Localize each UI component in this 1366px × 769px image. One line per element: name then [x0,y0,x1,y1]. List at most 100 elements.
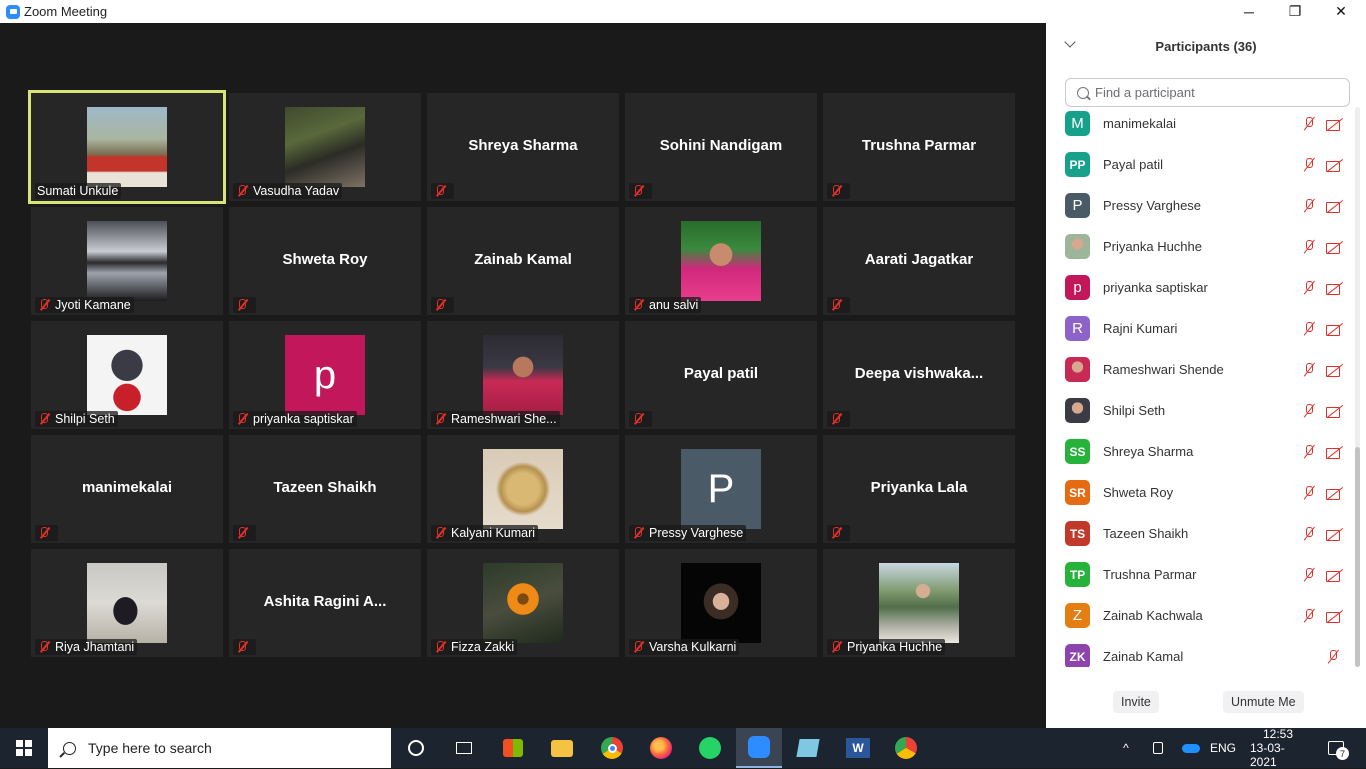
firefox-icon[interactable] [645,728,677,768]
mic-muted-icon [1302,444,1316,460]
video-tile[interactable]: Aarati Jagatkar [823,207,1015,315]
participant-row[interactable]: TS Tazeen Shaikh [1046,513,1352,554]
word-icon[interactable]: W [840,728,876,768]
notification-count: 7 [1336,747,1349,760]
language-indicator[interactable]: ENG [1208,728,1238,768]
scrollbar-thumb[interactable] [1355,447,1360,667]
search-icon [63,741,76,755]
participant-name: Shweta Roy [1103,485,1174,500]
participant-search-input[interactable] [1095,85,1335,100]
windows-logo-icon [16,740,32,756]
cortana-icon[interactable] [400,728,432,768]
participant-list[interactable]: Mmanimekalai PP Payal patil P Pressy Varghes… [1046,107,1352,667]
video-tile[interactable]: Varsha Kulkarni [625,549,817,657]
participant-name: Shilpi Seth [1103,403,1166,418]
video-off-icon [1326,240,1344,254]
video-tile[interactable]: Zainab Kamal [427,207,619,315]
video-tile[interactable]: Rameshwari She... [427,321,619,429]
store-icon[interactable] [497,728,529,768]
whatsapp-icon[interactable] [694,728,726,768]
video-tile[interactable]: Shweta Roy [229,207,421,315]
tile-name-label [827,183,850,199]
participant-row[interactable]: P Pressy Varghese [1046,185,1352,226]
video-tile[interactable]: Tazeen Shaikh [229,435,421,543]
participant-avatar: p [1065,275,1090,300]
mic-muted-icon [1302,280,1316,296]
tray-chevron-icon[interactable]: ^ [1116,728,1136,768]
video-tile[interactable]: Priyanka Huchhe [823,549,1015,657]
video-tile[interactable]: P Pressy Varghese [625,435,817,543]
video-tile[interactable]: Sohini Nandigam [625,93,817,201]
profile-photo [87,107,167,187]
participant-row[interactable]: Rameshwari Shende [1046,349,1352,390]
video-tile[interactable]: Kalyani Kumari [427,435,619,543]
video-tile[interactable]: Sumati Unkule [28,90,226,204]
invite-button[interactable]: Invite [1113,691,1159,713]
file-explorer-icon[interactable] [546,728,578,768]
chrome-profile-icon[interactable] [890,728,922,768]
video-tile[interactable]: p priyanka saptiskar [229,321,421,429]
start-button[interactable] [0,728,48,768]
video-tile[interactable]: anu salvi [625,207,817,315]
mic-muted-icon [1302,608,1316,624]
clock-time: 12:53 [1262,727,1294,741]
unmute-me-button[interactable]: Unmute Me [1223,691,1304,713]
video-tile[interactable]: Vasudha Yadav [229,93,421,201]
tile-display-name: Tazeen Shaikh [273,479,377,496]
notepad-icon[interactable] [792,728,824,768]
participant-row[interactable]: SS Shreya Sharma [1046,431,1352,472]
participant-row[interactable]: Priyanka Huchhe [1046,226,1352,267]
participant-list-scrollbar[interactable] [1355,107,1360,667]
video-tile[interactable]: Deepa vishwaka... [823,321,1015,429]
video-tile[interactable]: Ashita Ragini A... [229,549,421,657]
participant-row[interactable]: PP Payal patil [1046,144,1352,185]
video-tile[interactable]: Payal patil [625,321,817,429]
video-tile[interactable]: Shilpi Seth [31,321,223,429]
video-tile[interactable]: Jyoti Kamane [31,207,223,315]
participant-avatar: TS [1065,521,1090,546]
window-title: Zoom Meeting [24,4,108,19]
video-tile[interactable]: Fizza Zakki [427,549,619,657]
avatar-letter: P [681,449,761,529]
minimize-button[interactable]: ─ [1226,0,1272,23]
chrome-icon[interactable] [596,728,628,768]
participant-row[interactable]: SR Shweta Roy [1046,472,1352,513]
clock[interactable]: 12:53 13-03-2021 [1250,727,1306,769]
onedrive-icon[interactable] [1180,728,1202,768]
participant-row[interactable]: Shilpi Seth [1046,390,1352,431]
tile-name-label: Priyanka Huchhe [827,639,946,655]
profile-photo [87,335,167,415]
tile-name-label: anu salvi [629,297,702,313]
collapse-chevron-icon[interactable] [1064,36,1076,48]
search-icon [1077,86,1089,99]
participant-row[interactable]: ZK Zainab Kamal [1046,636,1352,667]
maximize-button[interactable]: ❐ [1272,0,1318,23]
taskbar-search[interactable]: Type here to search [48,728,391,768]
mic-muted-icon [1302,321,1316,337]
participant-avatar: SS [1065,439,1090,464]
participant-row[interactable]: Z Zainab Kachwala [1046,595,1352,636]
mic-muted-icon [829,526,843,540]
profile-photo [681,221,761,301]
video-tile[interactable]: Riya Jhamtani [31,549,223,657]
network-icon[interactable] [1148,728,1168,768]
participant-row[interactable]: Mmanimekalai [1046,107,1352,144]
participant-row[interactable]: p priyanka saptiskar [1046,267,1352,308]
close-button[interactable]: ✕ [1318,0,1364,23]
video-tile[interactable]: Shreya Sharma [427,93,619,201]
notifications-icon[interactable]: 7 [1320,728,1352,768]
mic-muted-icon [829,184,843,198]
tile-display-name: Priyanka Lala [870,479,968,496]
participant-row[interactable]: R Rajni Kumari [1046,308,1352,349]
video-tile[interactable]: Priyanka Lala [823,435,1015,543]
video-off-icon [1326,363,1344,377]
participant-search[interactable] [1065,78,1350,107]
video-tile[interactable]: manimekalai [31,435,223,543]
mic-muted-icon [235,298,249,312]
zoom-taskbar-icon[interactable] [736,728,782,768]
task-view-icon[interactable] [448,728,480,768]
gallery-view: Sumati Unkule Vasudha Yadav Shreya Sharma S… [0,23,1046,728]
participant-row[interactable]: TP Trushna Parmar [1046,554,1352,595]
video-tile[interactable]: Trushna Parmar [823,93,1015,201]
mic-muted-icon [631,184,645,198]
